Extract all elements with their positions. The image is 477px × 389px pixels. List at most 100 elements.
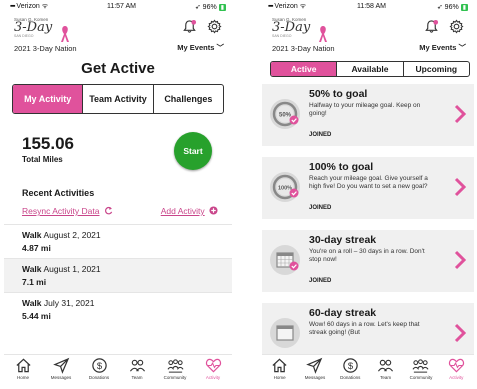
tab-messages[interactable]: Messages xyxy=(301,357,329,380)
challenge-title: 60-day streak xyxy=(309,307,377,319)
dollar-icon: $ xyxy=(343,358,358,373)
total-miles-value: 155.06 xyxy=(22,134,74,153)
tab-community[interactable]: Community xyxy=(161,357,189,380)
nation-label: 2021 3-Day Nation xyxy=(14,44,77,53)
calendar-badge-icon xyxy=(270,245,300,275)
chevron-down-icon: ﹀ xyxy=(216,43,225,52)
tab-home[interactable]: Home xyxy=(9,357,37,380)
komen-logo[interactable]: Susan G. Komen 3-Day SAN DIEGO xyxy=(272,17,342,47)
challenge-card[interactable]: 100% 100% to goal Reach your mileage goa… xyxy=(262,157,474,219)
tab-label: Messages xyxy=(50,375,72,380)
recent-activities-heading: Recent Activities xyxy=(22,188,95,198)
refresh-icon xyxy=(104,206,113,215)
page-title: Get Active xyxy=(81,60,155,77)
svg-text:50%: 50% xyxy=(279,113,292,119)
nation-label: 2021 3-Day Nation xyxy=(272,44,335,53)
clock: 11:58 AM xyxy=(356,3,387,10)
paper-plane-icon xyxy=(306,357,323,374)
app-header: Susan G. Komen 3-Day SAN DIEGO 2021 3-Da… xyxy=(262,13,474,55)
community-icon xyxy=(167,359,183,373)
community-icon xyxy=(412,359,429,373)
activity-distance: 4.87 mi xyxy=(22,243,51,253)
activity-links: Resync Activity Data Add Activity xyxy=(22,206,218,216)
tab-community[interactable]: Community xyxy=(407,357,435,380)
heart-pulse-icon xyxy=(448,358,464,373)
right-screen: ▪▪▪ Verizon ᯤ 11:58 AM ➶ 96% ▮ Susan G. K… xyxy=(262,0,474,389)
my-events-dropdown[interactable]: My Events ﹀ xyxy=(419,42,466,53)
tab-label: Community xyxy=(163,375,187,380)
tab-upcoming[interactable]: Upcoming xyxy=(402,62,469,76)
status-bar: ▪▪▪ Verizon ᯤ 11:57 AM ➶ 96% ▮ xyxy=(4,0,232,13)
tab-home[interactable]: Home xyxy=(266,357,294,380)
team-icon xyxy=(129,359,145,372)
list-item[interactable]: Walk August 1, 2021 7.1 mi xyxy=(4,258,232,292)
add-activity-link[interactable]: Add Activity xyxy=(161,206,218,216)
tab-label: Community xyxy=(409,375,433,380)
list-item[interactable]: Walk July 31, 2021 5.44 mi xyxy=(4,292,232,326)
bottom-tab-bar: Home Messages $ Donations Team Community… xyxy=(4,354,232,389)
settings-gear-icon[interactable] xyxy=(207,19,222,34)
total-miles-label: Total Miles xyxy=(22,155,63,164)
activity-type: Walk xyxy=(22,298,42,308)
resync-label: Resync Activity Data xyxy=(22,206,100,216)
clock: 11:57 AM xyxy=(106,3,137,10)
tab-activity[interactable]: Activity xyxy=(442,357,470,380)
challenge-card[interactable]: 50% 50% to goal Halfway to your mileage … xyxy=(262,84,474,146)
activity-date: July 31, 2021 xyxy=(43,298,95,308)
notification-bell-icon[interactable] xyxy=(424,19,439,34)
challenge-tabs: Active Available Upcoming xyxy=(270,61,470,77)
status-bar: ▪▪▪ Verizon ᯤ 11:58 AM ➶ 96% ▮ xyxy=(262,0,474,13)
carrier: ▪▪▪ Verizon ᯤ xyxy=(268,3,307,10)
challenge-description: Halfway to your mileage goal. Keep on go… xyxy=(309,102,421,117)
challenge-card[interactable]: 30-day streak You're on a roll – 30 days… xyxy=(262,230,474,292)
chevron-right-icon xyxy=(454,177,466,197)
heart-pulse-icon xyxy=(205,358,221,373)
chevron-right-icon xyxy=(454,104,466,124)
my-events-dropdown[interactable]: My Events ﹀ xyxy=(177,42,224,53)
tab-available[interactable]: Available xyxy=(336,62,402,76)
tab-challenges[interactable]: Challenges xyxy=(152,85,223,113)
challenge-description: Wow! 60 days in a row. Let's keep that s… xyxy=(309,321,420,336)
home-icon xyxy=(272,358,287,373)
progress-badge-icon: 100% xyxy=(270,172,300,202)
activity-tabs: My Activity Team Activity Challenges xyxy=(12,84,224,114)
notification-bell-icon[interactable] xyxy=(182,19,197,34)
start-button[interactable]: Start xyxy=(174,132,212,170)
svg-text:100%: 100% xyxy=(278,186,292,192)
list-item[interactable]: Walk August 2, 2021 4.87 mi xyxy=(4,224,232,258)
tab-my-activity[interactable]: My Activity xyxy=(13,85,83,113)
tab-active[interactable]: Active xyxy=(271,62,337,76)
activity-list: Walk August 2, 2021 4.87 mi Walk August … xyxy=(4,224,232,326)
tab-team-activity[interactable]: Team Activity xyxy=(82,85,152,113)
home-icon xyxy=(15,358,31,373)
svg-text:$: $ xyxy=(96,361,102,372)
tab-activity[interactable]: Activity xyxy=(199,357,227,380)
activity-distance: 5.44 mi xyxy=(22,311,51,321)
carrier: ▪▪▪ Verizon ᯤ xyxy=(10,3,49,10)
activity-type: Walk xyxy=(22,230,42,240)
add-activity-label: Add Activity xyxy=(160,206,205,216)
chevron-right-icon xyxy=(454,323,466,343)
tab-team[interactable]: Team xyxy=(372,357,400,380)
tab-donations[interactable]: $ Donations xyxy=(336,357,364,380)
tab-team[interactable]: Team xyxy=(123,357,151,380)
dollar-icon: $ xyxy=(91,358,107,373)
komen-logo[interactable]: Susan G. Komen 3-Day SAN DIEGO xyxy=(14,17,84,47)
settings-gear-icon[interactable] xyxy=(449,19,464,34)
svg-text:$: $ xyxy=(348,361,354,372)
activity-type: Walk xyxy=(22,264,42,274)
activity-date: August 1, 2021 xyxy=(43,264,101,274)
challenge-list: 50% 50% to goal Halfway to your mileage … xyxy=(262,84,474,365)
activity-distance: 7.1 mi xyxy=(22,277,47,287)
paper-plane-icon xyxy=(52,357,69,374)
challenge-title: 50% to goal xyxy=(309,88,368,100)
tab-label: Team xyxy=(380,375,392,380)
tab-label: Activity xyxy=(449,375,464,380)
challenge-status: JOINED xyxy=(309,132,332,138)
tab-donations[interactable]: $ Donations xyxy=(85,357,113,380)
tab-messages[interactable]: Messages xyxy=(47,357,75,380)
chevron-down-icon: ﹀ xyxy=(458,43,467,52)
resync-link[interactable]: Resync Activity Data xyxy=(22,206,113,216)
tab-label: Messages xyxy=(304,375,326,380)
challenge-status: JOINED xyxy=(309,205,332,211)
